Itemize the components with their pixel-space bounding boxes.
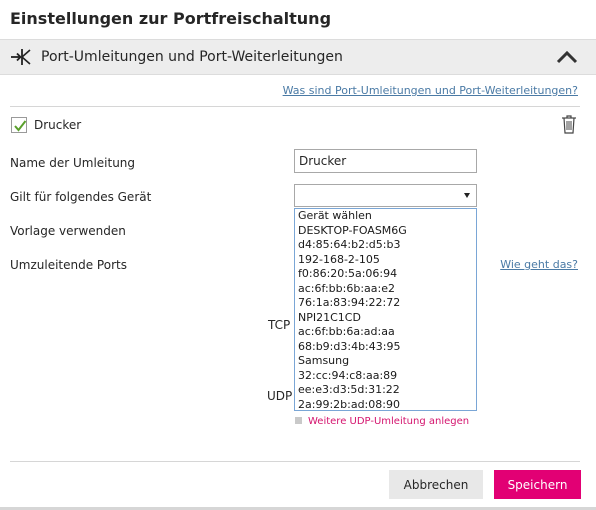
entry-checkbox-label: Drucker	[34, 118, 82, 132]
device-option[interactable]: DESKTOP-FOASM6G	[295, 224, 476, 239]
page-title: Einstellungen zur Portfreischaltung	[10, 9, 332, 28]
entry-checkbox[interactable]	[11, 117, 27, 133]
checkmark-icon	[14, 120, 27, 132]
tcp-label: TCP	[268, 318, 291, 332]
device-select[interactable]	[294, 184, 477, 207]
plus-icon	[295, 417, 302, 424]
device-option[interactable]: 68:b9:d3:4b:43:95	[295, 340, 476, 355]
device-option[interactable]: f0:86:20:5a:06:94	[295, 267, 476, 282]
device-option[interactable]: d4:85:64:b2:d5:b3	[295, 238, 476, 253]
template-label: Vorlage verwenden	[10, 224, 126, 238]
udp-label: UDP	[267, 389, 293, 403]
device-option[interactable]: Gerät wählen	[295, 209, 476, 224]
divider	[10, 106, 580, 107]
name-input[interactable]	[294, 149, 477, 173]
device-option[interactable]: ac:6f:bb:6a:ad:aa	[295, 325, 476, 340]
name-label: Name der Umleitung	[10, 156, 136, 170]
device-option[interactable]: 32:cc:94:c8:aa:89	[295, 369, 476, 384]
section-header[interactable]: Port-Umleitungen und Port-Weiterleitunge…	[0, 39, 596, 75]
device-option[interactable]: ac:6f:bb:6b:aa:e2	[295, 282, 476, 297]
trash-icon[interactable]	[561, 114, 577, 134]
save-button[interactable]: Speichern	[494, 470, 581, 499]
device-option[interactable]: 192-168-2-105	[295, 253, 476, 268]
device-option[interactable]: Samsung	[295, 354, 476, 369]
device-option[interactable]: ee:e3:d3:5d:31:22	[295, 383, 476, 398]
device-dropdown-list[interactable]: Gerät wählen DESKTOP-FOASM6G d4:85:64:b2:d…	[294, 208, 477, 411]
divider	[10, 461, 580, 462]
device-option[interactable]: 2a:99:2b:ad:08:90	[295, 398, 476, 411]
chevron-up-icon[interactable]	[556, 50, 578, 64]
dropdown-arrow-icon	[464, 193, 470, 198]
add-udp-link[interactable]: Weitere UDP-Umleitung anlegen	[295, 416, 469, 427]
device-option[interactable]: 76:1a:83:94:22:72	[295, 296, 476, 311]
add-udp-label: Weitere UDP-Umleitung anlegen	[308, 416, 470, 427]
device-option[interactable]: NPI21C1CD	[295, 311, 476, 326]
help-link-port-forwarding[interactable]: Was sind Port-Umleitungen und Port-Weite…	[283, 84, 578, 97]
ports-label: Umzuleitende Ports	[10, 258, 127, 272]
cancel-button[interactable]: Abbrechen	[389, 470, 483, 499]
section-title: Port-Umleitungen und Port-Weiterleitunge…	[41, 49, 343, 65]
port-forward-icon	[11, 49, 31, 65]
device-label: Gilt für folgendes Gerät	[10, 190, 152, 204]
help-link-how-to[interactable]: Wie geht das?	[500, 258, 578, 271]
